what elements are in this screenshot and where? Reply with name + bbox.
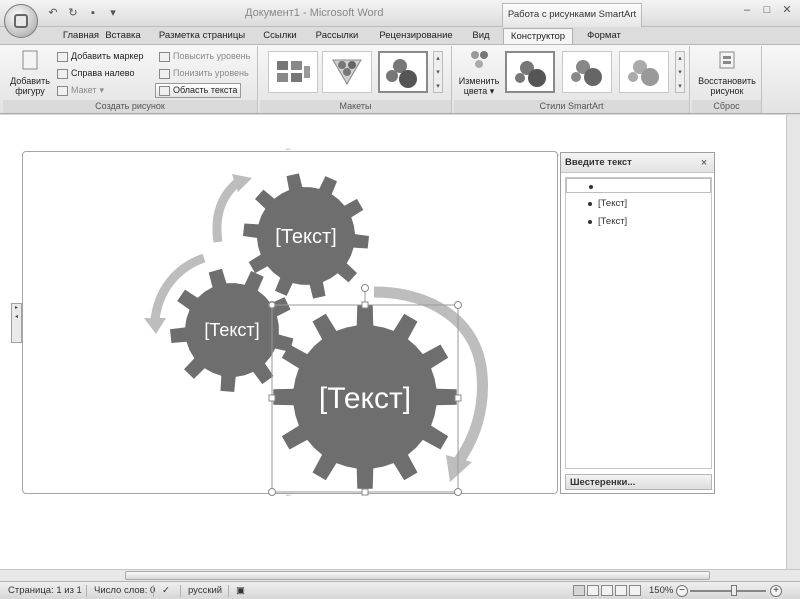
rotate-handle[interactable] <box>361 284 369 292</box>
left-arrow-head <box>144 318 166 334</box>
status-page[interactable]: Страница: 1 из 1 <box>8 582 82 599</box>
bullet-icon <box>589 185 593 189</box>
zoom-slider-thumb[interactable] <box>731 585 737 596</box>
resize-handle[interactable] <box>361 488 369 496</box>
outline-view-button[interactable] <box>615 585 627 596</box>
resize-handle[interactable] <box>268 488 276 496</box>
bullet-icon <box>588 202 592 206</box>
resize-handle[interactable] <box>454 488 462 496</box>
print-layout-view-button[interactable] <box>573 585 585 596</box>
text-pane-item[interactable]: [Текст] <box>566 214 711 229</box>
zoom-out-button[interactable]: − <box>676 585 688 597</box>
draft-view-button[interactable] <box>629 585 641 596</box>
text-pane-list: [Текст] [Текст] <box>565 177 712 469</box>
status-separator <box>180 585 181 597</box>
spellcheck-icon[interactable]: ✓ <box>162 582 170 599</box>
resize-handle[interactable] <box>454 301 462 309</box>
status-separator <box>228 585 229 597</box>
text-pane-title: Введите текст <box>561 153 714 173</box>
status-word-count[interactable]: Число слов: 0 <box>94 582 155 599</box>
status-language[interactable]: русский <box>188 582 222 599</box>
web-layout-view-button[interactable] <box>601 585 613 596</box>
horizontal-scrollbar[interactable] <box>0 569 800 581</box>
resize-handle[interactable] <box>454 394 462 402</box>
zoom-level[interactable]: 150% <box>649 582 673 599</box>
office-logo-icon <box>14 14 28 28</box>
text-pane-item[interactable]: [Текст] <box>566 196 711 211</box>
bullet-icon <box>588 220 592 224</box>
text-pane-footer-link[interactable]: Шестеренки... <box>565 474 712 490</box>
status-separator <box>86 585 87 597</box>
text-pane-close-button[interactable]: × <box>698 157 710 169</box>
status-separator <box>153 585 154 597</box>
zoom-slider[interactable] <box>690 590 766 592</box>
gear-big-label[interactable]: [Текст] <box>319 382 411 415</box>
top-cycle-arrow <box>212 178 241 243</box>
gear-adjust-handle[interactable] <box>268 301 276 309</box>
zoom-in-button[interactable]: + <box>770 585 782 597</box>
resize-handle[interactable] <box>361 301 369 309</box>
full-screen-view-button[interactable] <box>587 585 599 596</box>
status-bar: Страница: 1 из 1 Число слов: 0 ✓ русский… <box>0 581 800 599</box>
gear-left-label[interactable]: [Текст] <box>204 320 259 340</box>
text-pane-item[interactable] <box>566 178 711 193</box>
big-arrow-head <box>446 455 472 482</box>
text-pane: Введите текст × [Текст] [Текст] Шестерен… <box>560 152 715 494</box>
macro-record-icon[interactable]: ▣ <box>236 582 245 599</box>
office-button[interactable] <box>4 4 38 38</box>
resize-handle[interactable] <box>268 394 276 402</box>
gear-top-label[interactable]: [Текст] <box>275 226 336 248</box>
horizontal-scroll-thumb[interactable] <box>125 571 710 580</box>
